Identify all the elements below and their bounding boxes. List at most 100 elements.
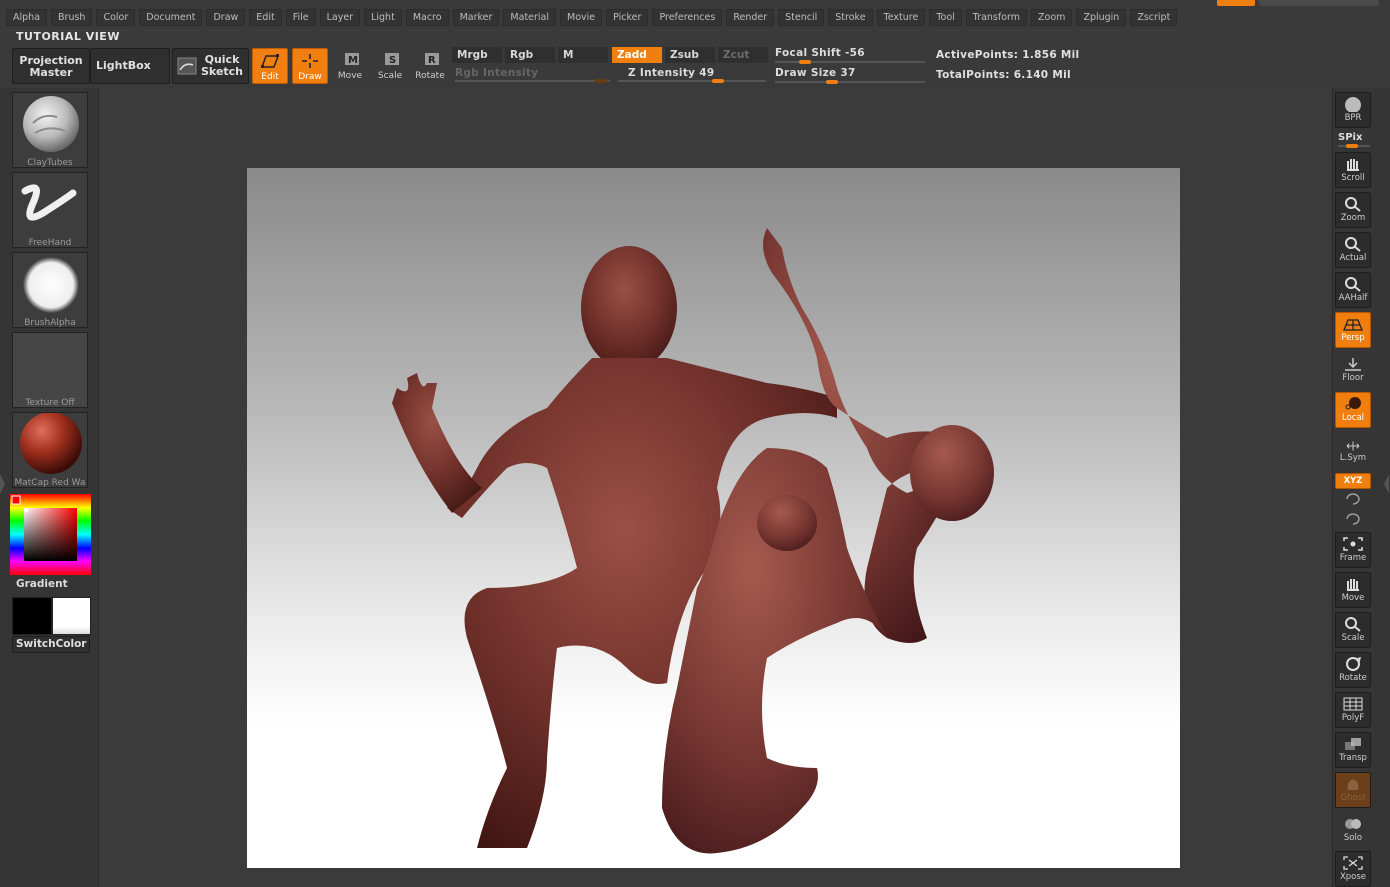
projection-master-button[interactable]: Projection Master <box>12 48 90 84</box>
scroll-button[interactable]: Scroll <box>1335 152 1371 188</box>
lightbox-button[interactable]: LightBox <box>90 48 170 84</box>
focal-shift-knob[interactable] <box>799 60 811 64</box>
right-tray-collapse-arrow[interactable] <box>1384 474 1389 494</box>
lsym-button[interactable]: L.Sym <box>1335 436 1371 466</box>
draw-size-slider[interactable] <box>775 80 925 84</box>
aahalf-button[interactable]: AAHalf <box>1335 272 1371 308</box>
ghost-button[interactable]: Ghost <box>1335 772 1371 808</box>
main-color-swatch[interactable] <box>12 597 52 635</box>
focal-shift-slider[interactable] <box>775 60 925 64</box>
scale-view-button[interactable]: Scale <box>1335 612 1371 648</box>
move-icon: M <box>345 53 359 66</box>
brush-alpha-icon <box>23 257 79 313</box>
brush-selector[interactable] <box>12 92 88 168</box>
texture-selector[interactable] <box>12 332 88 408</box>
rgb-toggle[interactable]: Rgb <box>505 47 555 63</box>
menu-material[interactable]: Material <box>503 9 557 26</box>
draw-size-knob[interactable] <box>826 80 838 84</box>
local-button[interactable]: Local <box>1335 392 1371 428</box>
orange-tab[interactable] <box>1217 0 1255 6</box>
stroke-selector[interactable] <box>12 172 88 248</box>
rotate-button[interactable]: R Rotate <box>412 48 448 84</box>
menu-zplugin[interactable]: Zplugin <box>1076 9 1127 26</box>
menu-draw[interactable]: Draw <box>206 9 246 26</box>
xpose-button[interactable]: Xpose <box>1335 851 1371 887</box>
rgb-intensity-slider[interactable] <box>455 79 610 83</box>
menu-stroke[interactable]: Stroke <box>828 9 873 26</box>
color-picker[interactable] <box>10 494 91 575</box>
left-tray-collapse-arrow[interactable] <box>0 474 5 494</box>
m-toggle[interactable]: M <box>558 47 608 63</box>
menu-layer[interactable]: Layer <box>319 9 361 26</box>
secondary-color-swatch[interactable] <box>52 597 91 635</box>
gradient-label: Gradient <box>16 578 68 590</box>
polyf-label: PolyF <box>1341 713 1365 723</box>
color-picker-wheel[interactable] <box>10 494 91 575</box>
persp-button[interactable]: Persp <box>1335 312 1371 348</box>
menu-document[interactable]: Document <box>139 9 203 26</box>
bpr-label: BPR <box>1344 113 1362 123</box>
material-selector[interactable] <box>12 412 88 488</box>
hand-scroll-icon <box>1347 159 1359 171</box>
bpr-button[interactable]: BPR <box>1335 92 1371 128</box>
floor-button[interactable]: Floor <box>1335 352 1371 388</box>
frame-icon <box>1343 537 1363 551</box>
menu-texture[interactable]: Texture <box>876 9 926 26</box>
menu-file[interactable]: File <box>285 9 316 26</box>
canvas[interactable] <box>247 168 1180 868</box>
quick-sketch-line2: Sketch <box>201 65 244 78</box>
menu-light[interactable]: Light <box>364 9 402 26</box>
menu-stencil[interactable]: Stencil <box>778 9 825 26</box>
switch-color-button[interactable]: SwitchColor <box>12 636 90 653</box>
draw-button[interactable]: Draw <box>292 48 328 84</box>
solo-icon <box>1345 819 1361 829</box>
zsub-toggle[interactable]: Zsub <box>665 47 715 63</box>
menu-marker[interactable]: Marker <box>452 9 500 26</box>
sculpt-model[interactable] <box>247 168 1180 868</box>
menu-macro[interactable]: Macro <box>405 9 449 26</box>
solo-button[interactable]: Solo <box>1335 812 1371 848</box>
zcut-toggle[interactable]: Zcut <box>718 47 768 63</box>
zadd-toggle[interactable]: Zadd <box>612 47 662 63</box>
scale-button[interactable]: S Scale <box>372 48 408 84</box>
menu-edit[interactable]: Edit <box>249 9 282 26</box>
magnifier-scale-icon <box>1345 617 1361 632</box>
rgb-intensity-knob[interactable] <box>595 79 607 83</box>
alpha-selector[interactable] <box>12 252 88 328</box>
bpr-sphere-icon <box>1345 97 1361 112</box>
menu-alpha[interactable]: Alpha <box>6 9 48 26</box>
menu-render[interactable]: Render <box>726 9 775 26</box>
menu-transform[interactable]: Transform <box>965 9 1028 26</box>
actual-button[interactable]: Actual <box>1335 232 1371 268</box>
rotate-z-icon[interactable] <box>1344 512 1362 526</box>
transp-button[interactable]: Transp <box>1335 732 1371 768</box>
rotate-y-icon[interactable] <box>1344 492 1362 506</box>
floor-label: Floor <box>1342 373 1364 383</box>
frame-button[interactable]: Frame <box>1335 532 1371 568</box>
menu-zoom[interactable]: Zoom <box>1031 9 1073 26</box>
rotate-view-label: Rotate <box>1339 673 1367 683</box>
move-button[interactable]: M Move <box>332 48 368 84</box>
zoom-button[interactable]: Zoom <box>1335 192 1371 228</box>
spix-slider[interactable] <box>1338 144 1370 148</box>
mrgb-toggle[interactable]: Mrgb <box>452 47 502 63</box>
menu-movie[interactable]: Movie <box>560 9 603 26</box>
spix-knob[interactable] <box>1346 144 1358 148</box>
move-view-button[interactable]: Move <box>1335 572 1371 608</box>
rotate-view-button[interactable]: Rotate <box>1335 652 1371 688</box>
menu-zscript[interactable]: Zscript <box>1130 9 1178 26</box>
quick-sketch-button[interactable]: Quick Sketch <box>172 48 249 84</box>
menu-tool[interactable]: Tool <box>929 9 962 26</box>
menu-list: Alpha Brush Color Document Draw Edit File Layer… <box>6 9 1178 26</box>
z-intensity-slider[interactable] <box>618 79 766 83</box>
edit-button[interactable]: Edit <box>252 48 288 84</box>
menu-picker[interactable]: Picker <box>606 9 649 26</box>
xyz-button[interactable]: XYZ <box>1335 473 1371 489</box>
menu-color[interactable]: Color <box>96 9 136 26</box>
menu-preferences[interactable]: Preferences <box>652 9 723 26</box>
polyf-button[interactable]: PolyF <box>1335 692 1371 728</box>
grey-tab[interactable] <box>1259 0 1379 6</box>
draw-crosshair-icon <box>302 54 318 68</box>
menu-brush[interactable]: Brush <box>51 9 93 26</box>
z-intensity-knob[interactable] <box>712 79 724 83</box>
